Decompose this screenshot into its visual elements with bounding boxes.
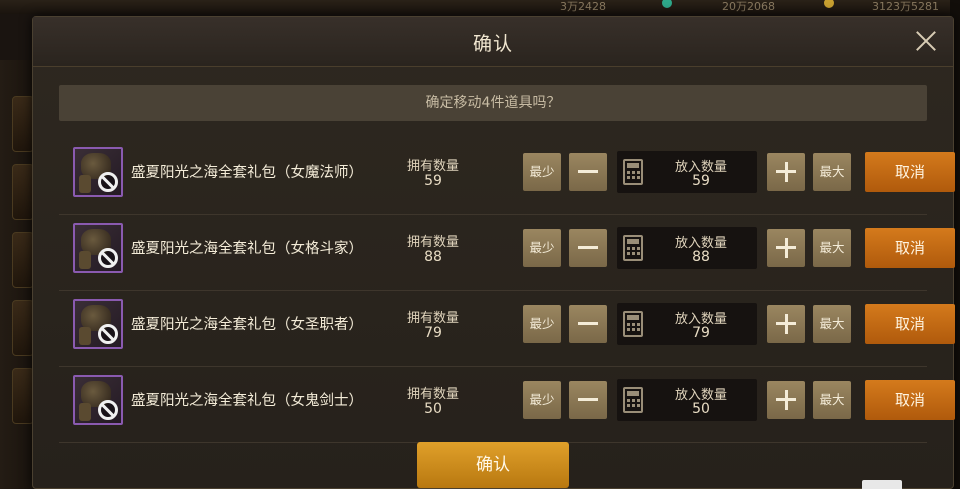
max-button[interactable]: 最大 [813, 153, 851, 191]
min-button[interactable]: 最少 [523, 381, 561, 419]
coin-icon [824, 0, 834, 8]
item-name: 盛夏阳光之海全套礼包（女圣职者） [131, 317, 363, 333]
left-panel-slot [12, 300, 34, 356]
dialog-title: 确认 [472, 33, 513, 55]
currency-stat-3: 3123万5281 [872, 0, 939, 13]
quantity-value: 88 [692, 249, 710, 265]
owned-quantity-label: 拥有数量 [406, 311, 459, 326]
owned-quantity-value: 79 [424, 325, 442, 341]
ban-icon [98, 248, 118, 268]
item-art-figure [79, 175, 91, 193]
item-icon[interactable] [73, 299, 123, 349]
owned-quantity-value: 88 [424, 249, 442, 265]
game-left-panel [0, 60, 34, 489]
item-icon[interactable] [73, 223, 123, 273]
item-row: 盛夏阳光之海全套礼包（女圣职者） 拥有数量 79 最少 放入数量 79 最大 取… [59, 291, 955, 367]
quantity-input[interactable]: 放入数量 50 [617, 379, 757, 421]
left-panel-slot [12, 164, 34, 220]
ban-icon [98, 324, 118, 344]
cancel-button[interactable]: 取消 [865, 228, 955, 268]
plus-icon[interactable] [767, 153, 805, 191]
plus-icon[interactable] [767, 381, 805, 419]
minus-icon[interactable] [569, 381, 607, 419]
plus-icon[interactable] [767, 305, 805, 343]
item-art-figure [79, 251, 91, 269]
confirm-button[interactable]: 确认 [417, 442, 569, 488]
left-panel-slot [12, 96, 34, 152]
calculator-icon[interactable] [623, 235, 643, 261]
confirm-move-dialog: 确认 确定移动4件道具吗？ 盛夏阳光之海全套礼包（女魔法师） 拥有数量 59 最… [32, 16, 955, 489]
owned-quantity-value: 59 [424, 173, 442, 189]
item-name: 盛夏阳光之海全套礼包（女魔法师） [131, 165, 363, 181]
max-button[interactable]: 最大 [813, 305, 851, 343]
quantity-input[interactable]: 放入数量 59 [617, 151, 757, 193]
quantity-value: 79 [692, 325, 710, 341]
min-button[interactable]: 最少 [523, 153, 561, 191]
left-panel-slot [12, 368, 34, 424]
item-name: 盛夏阳光之海全套礼包（女鬼剑士） [131, 393, 363, 409]
item-row: 盛夏阳光之海全套礼包（女魔法师） 拥有数量 59 最少 放入数量 59 最大 取… [59, 139, 955, 215]
overlay-corner [862, 480, 902, 489]
item-row: 盛夏阳光之海全套礼包（女格斗家） 拥有数量 88 最少 放入数量 88 最大 取… [59, 215, 955, 291]
item-art-figure [79, 403, 91, 421]
quantity-input[interactable]: 放入数量 88 [617, 227, 757, 269]
minus-icon[interactable] [569, 229, 607, 267]
cancel-button[interactable]: 取消 [865, 380, 955, 420]
min-button[interactable]: 最少 [523, 229, 561, 267]
ban-icon [98, 172, 118, 192]
minus-icon[interactable] [569, 305, 607, 343]
game-top-bar: 3万2428 20万2068 3123万5281 [0, 0, 960, 14]
plus-icon[interactable] [767, 229, 805, 267]
currency-stat-1: 3万2428 [560, 0, 606, 13]
calculator-icon[interactable] [623, 159, 643, 185]
quantity-value: 50 [692, 401, 710, 417]
quantity-value: 59 [692, 173, 710, 189]
confirm-prompt: 确定移动4件道具吗？ [59, 85, 927, 121]
currency-stat-2: 20万2068 [722, 0, 775, 13]
owned-quantity-value: 50 [424, 401, 442, 417]
minus-icon[interactable] [569, 153, 607, 191]
cancel-button[interactable]: 取消 [865, 304, 955, 344]
dialog-header: 确认 [33, 17, 953, 67]
item-name: 盛夏阳光之海全套礼包（女格斗家） [131, 241, 363, 257]
quantity-input[interactable]: 放入数量 79 [617, 303, 757, 345]
min-button[interactable]: 最少 [523, 305, 561, 343]
max-button[interactable]: 最大 [813, 381, 851, 419]
max-button[interactable]: 最大 [813, 229, 851, 267]
owned-quantity-label: 拥有数量 [406, 159, 459, 174]
item-row: 盛夏阳光之海全套礼包（女鬼剑士） 拥有数量 50 最少 放入数量 50 最大 取… [59, 367, 955, 443]
close-icon[interactable] [913, 28, 939, 54]
calculator-icon[interactable] [623, 311, 643, 337]
item-icon[interactable] [73, 375, 123, 425]
owned-quantity-label: 拥有数量 [406, 387, 459, 402]
left-panel-slot [12, 232, 34, 288]
cancel-button[interactable]: 取消 [865, 152, 955, 192]
item-icon[interactable] [73, 147, 123, 197]
owned-quantity-label: 拥有数量 [406, 235, 459, 250]
gem-icon [662, 0, 672, 8]
item-art-figure [79, 327, 91, 345]
ban-icon [98, 400, 118, 420]
calculator-icon[interactable] [623, 387, 643, 413]
